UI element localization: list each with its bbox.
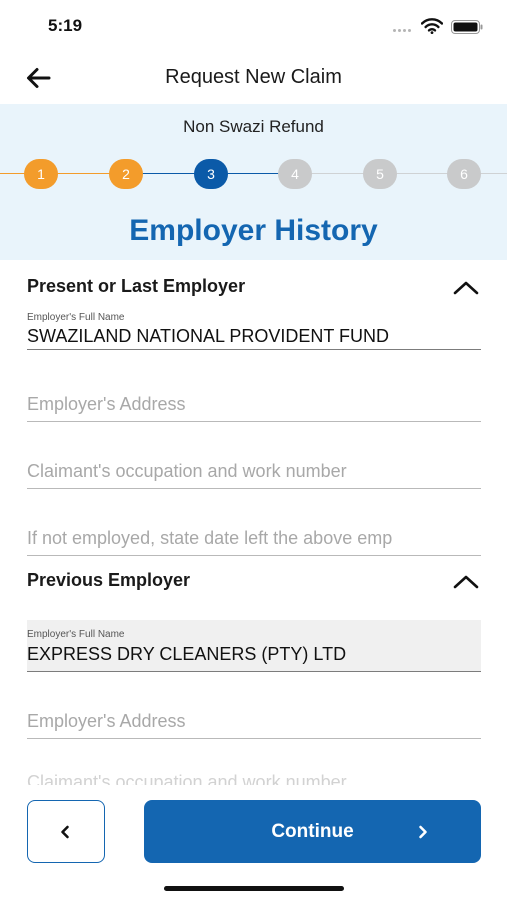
step-1: 1: [24, 159, 58, 189]
previous-occupation-field[interactable]: Claimant's occupation and work number: [27, 768, 481, 785]
field-value: EXPRESS DRY CLEANERS (PTY) LTD: [27, 644, 347, 664]
wifi-icon: [421, 18, 443, 34]
chevron-right-icon: [419, 825, 427, 839]
app-header: Request New Claim: [0, 52, 507, 104]
continue-label: Continue: [271, 821, 354, 842]
chevron-up-icon[interactable]: [453, 574, 479, 590]
present-employer-title: Present or Last Employer: [27, 276, 246, 296]
field-placeholder: Claimant's occupation and work number: [27, 461, 347, 481]
section-heading: Employer History: [129, 214, 378, 247]
step-5: 5: [363, 159, 397, 189]
page-title: Request New Claim: [165, 66, 342, 88]
status-time: 5:19: [48, 16, 83, 35]
field-placeholder: Claimant's occupation and work number: [27, 772, 347, 785]
employer-history-form: Present or Last Employer Employer's Full…: [0, 260, 507, 785]
previous-button[interactable]: [27, 800, 105, 863]
status-bar: 5:19: [0, 0, 507, 52]
previous-employer-name-field[interactable]: Employer's Full Name EXPRESS DRY CLEANER…: [27, 620, 481, 672]
present-employer-header[interactable]: Present or Last Employer: [27, 276, 481, 300]
progress-panel: Non Swazi Refund 1 2 3 4 5 6 Employer History: [0, 104, 507, 260]
previous-employer-title: Previous Employer: [27, 570, 191, 590]
date-left-field[interactable]: If not employed, state date left the abo…: [27, 518, 481, 556]
present-employer-name-field[interactable]: Employer's Full Name SWAZILAND NATIONAL …: [27, 312, 481, 350]
field-value: SWAZILAND NATIONAL PROVIDENT FUND: [27, 326, 390, 346]
chevron-up-icon[interactable]: [453, 280, 479, 296]
previous-employer-address-field[interactable]: Employer's Address: [27, 701, 481, 739]
claim-type-label: Non Swazi Refund: [183, 117, 324, 136]
continue-button[interactable]: Continue: [144, 800, 481, 863]
field-label: Employer's Full Name: [27, 312, 125, 323]
footer-bar: Continue: [0, 785, 507, 900]
field-label: Employer's Full Name: [27, 629, 125, 640]
previous-employer-header[interactable]: Previous Employer: [27, 570, 481, 594]
step-3: 3: [194, 159, 228, 189]
step-4: 4: [278, 159, 312, 189]
stepper: 1 2 3 4 5 6: [0, 159, 507, 189]
field-placeholder: Employer's Address: [27, 711, 186, 731]
step-2: 2: [109, 159, 143, 189]
home-indicator: [164, 886, 344, 891]
field-placeholder: Employer's Address: [27, 394, 186, 414]
signal-dots-icon: [393, 29, 415, 33]
field-placeholder: If not employed, state date left the abo…: [27, 528, 393, 548]
step-6: 6: [447, 159, 481, 189]
present-employer-address-field[interactable]: Employer's Address: [27, 384, 481, 422]
chevron-left-icon: [61, 825, 69, 839]
claimant-occupation-field[interactable]: Claimant's occupation and work number: [27, 451, 481, 489]
battery-icon: [451, 20, 483, 34]
